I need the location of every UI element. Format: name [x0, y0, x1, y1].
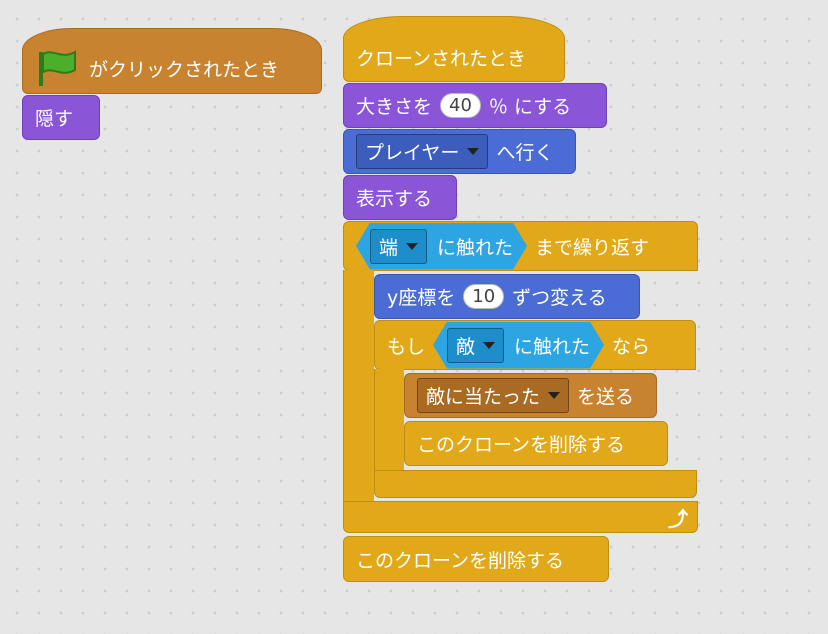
- if-block-footer: [374, 470, 697, 498]
- goto-after-label: へ行く: [496, 142, 554, 164]
- change-y-after-label: ずつ変える: [512, 287, 607, 309]
- change-y-value-input[interactable]: 10: [463, 284, 505, 309]
- show-block[interactable]: 表示する: [343, 175, 457, 220]
- repeat-until-footer: [343, 501, 698, 533]
- show-label: 表示する: [356, 188, 433, 210]
- broadcast-message-label: 敵に当たった: [426, 386, 541, 408]
- set-size-after-label: ％ にする: [488, 96, 572, 118]
- goto-block[interactable]: プレイヤー へ行く: [343, 129, 576, 174]
- green-flag-icon: [39, 50, 76, 86]
- if-block[interactable]: もし 敵 に触れた なら: [374, 320, 696, 370]
- touching-target-label: 端: [379, 236, 399, 259]
- hide-block[interactable]: 隠す: [22, 95, 100, 140]
- touching-label: に触れた: [437, 236, 514, 259]
- if-target-dropdown[interactable]: 敵: [447, 328, 504, 363]
- if-target-label: 敵: [456, 335, 476, 358]
- when-flag-clicked-label: がクリックされたとき: [89, 58, 280, 81]
- set-size-before-label: 大きさを: [356, 96, 433, 118]
- if-touching-label: に触れた: [514, 335, 591, 358]
- size-value-input[interactable]: 40: [440, 93, 481, 118]
- change-y-block[interactable]: y座標を 10 ずつ変える: [374, 274, 640, 319]
- chevron-down-icon: [483, 342, 495, 349]
- delete-clone-inner-label: このクローンを削除する: [417, 434, 626, 456]
- goto-target-label: プレイヤー: [365, 142, 460, 164]
- hide-label: 隠す: [35, 108, 74, 130]
- when-flag-clicked-block[interactable]: がクリックされたとき: [22, 28, 322, 94]
- touching-target-dropdown[interactable]: 端: [370, 229, 427, 264]
- touching-edge-condition[interactable]: 端 に触れた: [356, 223, 527, 270]
- touching-enemy-condition[interactable]: 敵 に触れた: [433, 322, 604, 369]
- change-y-before-label: y座標を: [387, 287, 456, 309]
- loop-arrow-icon: ⤴: [668, 507, 688, 531]
- chevron-down-icon: [467, 148, 480, 155]
- broadcast-message-dropdown[interactable]: 敵に当たった: [417, 378, 570, 413]
- delete-clone-inner-block[interactable]: このクローンを削除する: [404, 421, 668, 466]
- when-cloned-label: クローンされたとき: [356, 47, 527, 70]
- if-before-label: もし: [387, 335, 426, 358]
- broadcast-after-label: を送る: [577, 386, 635, 408]
- repeat-until-after-label: まで繰り返す: [535, 236, 650, 259]
- broadcast-block[interactable]: 敵に当たった を送る: [404, 373, 657, 418]
- chevron-down-icon: [406, 243, 418, 250]
- repeat-until-body-arm: [343, 270, 374, 502]
- when-cloned-block[interactable]: クローンされたとき: [343, 16, 565, 82]
- chevron-down-icon: [548, 392, 561, 399]
- goto-target-dropdown[interactable]: プレイヤー: [356, 134, 489, 169]
- if-body-arm: [374, 369, 404, 471]
- set-size-block[interactable]: 大きさを 40 ％ にする: [343, 83, 607, 128]
- delete-clone-final-label: このクローンを削除する: [356, 549, 565, 572]
- delete-clone-final-block[interactable]: このクローンを削除する: [343, 536, 609, 582]
- if-after-label: なら: [612, 335, 651, 358]
- repeat-until-block[interactable]: 端 に触れた まで繰り返す: [343, 221, 698, 271]
